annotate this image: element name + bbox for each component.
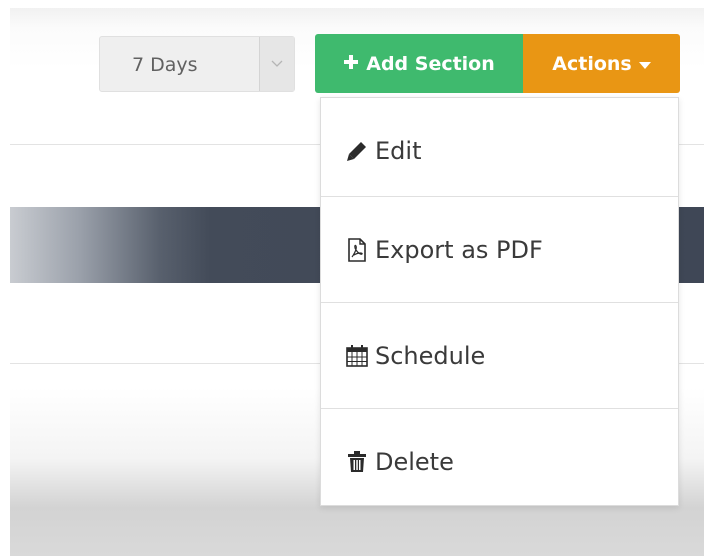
menu-item-schedule[interactable]: Schedule — [321, 303, 678, 408]
add-section-label: Add Section — [366, 52, 495, 75]
calendar-icon — [345, 343, 369, 369]
menu-item-delete[interactable]: Delete — [321, 409, 678, 514]
menu-item-label: Edit — [375, 136, 422, 165]
top-strip — [0, 0, 704, 8]
menu-item-label: Delete — [375, 447, 454, 476]
menu-item-edit[interactable]: Edit — [321, 98, 678, 203]
menu-item-label: Export as PDF — [375, 235, 543, 264]
trash-icon — [345, 449, 369, 475]
add-section-button[interactable]: Add Section — [315, 34, 523, 93]
caret-down-icon — [638, 53, 651, 75]
menu-item-export-pdf[interactable]: Export as PDF — [321, 197, 678, 302]
actions-button[interactable]: Actions — [523, 34, 680, 93]
menu-item-label: Schedule — [375, 341, 486, 370]
chevron-down-icon[interactable] — [259, 37, 294, 91]
pdf-file-icon — [345, 237, 369, 263]
date-range-select[interactable]: 7 Days — [99, 36, 295, 92]
date-range-value: 7 Days — [132, 54, 198, 76]
plus-icon — [343, 53, 359, 75]
pencil-icon — [345, 138, 369, 164]
actions-dropdown-menu: Edit Export as PDF Schedule Delete — [320, 97, 679, 506]
actions-label: Actions — [552, 52, 632, 75]
